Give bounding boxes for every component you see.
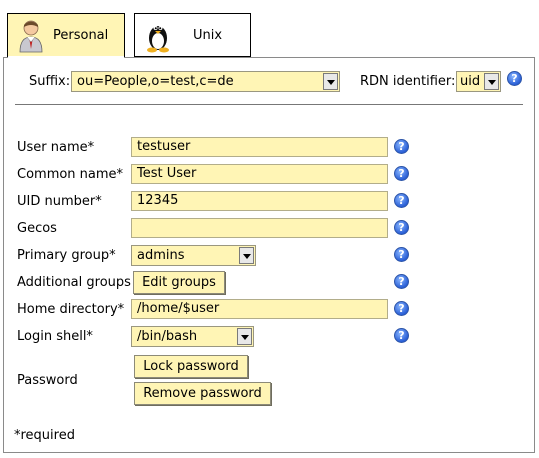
- lock-password-button[interactable]: Lock password: [134, 355, 248, 378]
- help-icon[interactable]: ?: [394, 247, 409, 262]
- rdn-identifier-label: RDN identifier:: [360, 74, 456, 89]
- primary-group-select[interactable]: admins: [131, 245, 256, 266]
- tux-penguin-icon: [145, 19, 171, 53]
- help-icon[interactable]: ?: [394, 166, 409, 181]
- common-name-input[interactable]: Test User: [131, 164, 388, 184]
- primary-group-value: admins: [137, 248, 185, 263]
- gecos-input[interactable]: [131, 218, 388, 238]
- help-icon[interactable]: ?: [394, 220, 409, 235]
- required-footnote: *required: [14, 428, 75, 443]
- suffix-label: Suffix:: [29, 74, 71, 89]
- help-icon[interactable]: ?: [394, 139, 409, 154]
- uid-number-label: UID number*: [17, 194, 102, 209]
- help-icon[interactable]: ?: [394, 274, 409, 289]
- chevron-down-icon: [237, 328, 252, 345]
- uid-number-input[interactable]: 12345: [131, 191, 388, 211]
- additional-groups-label: Additional groups: [17, 275, 131, 290]
- suffix-select[interactable]: ou=People,o=test,c=de: [71, 71, 340, 92]
- home-directory-label: Home directory*: [17, 302, 125, 317]
- login-shell-select[interactable]: /bin/bash: [131, 326, 254, 347]
- login-shell-label: Login shell*: [17, 329, 93, 344]
- home-directory-input[interactable]: /home/$user: [131, 299, 388, 319]
- help-icon[interactable]: ?: [394, 328, 409, 343]
- chevron-down-icon: [484, 73, 499, 90]
- primary-group-label: Primary group*: [17, 248, 116, 263]
- tab-personal-label: Personal: [53, 28, 109, 43]
- login-shell-value: /bin/bash: [137, 329, 198, 344]
- tab-personal[interactable]: Personal: [7, 13, 125, 59]
- gecos-label: Gecos: [17, 221, 57, 236]
- divider: [15, 104, 523, 105]
- edit-groups-button[interactable]: Edit groups: [133, 271, 225, 294]
- rdn-identifier-value: uid: [460, 74, 481, 89]
- chevron-down-icon: [323, 73, 338, 90]
- remove-password-button[interactable]: Remove password: [134, 382, 271, 405]
- help-icon[interactable]: ?: [507, 71, 522, 86]
- chevron-down-icon: [239, 247, 254, 264]
- rdn-identifier-select[interactable]: uid: [456, 71, 501, 92]
- user-name-label: User name*: [17, 140, 95, 155]
- suffix-value: ou=People,o=test,c=de: [77, 74, 234, 89]
- tab-unix[interactable]: Unix: [134, 13, 251, 57]
- help-icon[interactable]: ?: [394, 193, 409, 208]
- help-icon[interactable]: ?: [394, 301, 409, 316]
- tab-unix-label: Unix: [193, 28, 223, 43]
- password-label: Password: [17, 373, 78, 388]
- user-avatar-icon: [18, 19, 44, 53]
- user-name-input[interactable]: testuser: [131, 137, 388, 157]
- common-name-label: Common name*: [17, 167, 124, 182]
